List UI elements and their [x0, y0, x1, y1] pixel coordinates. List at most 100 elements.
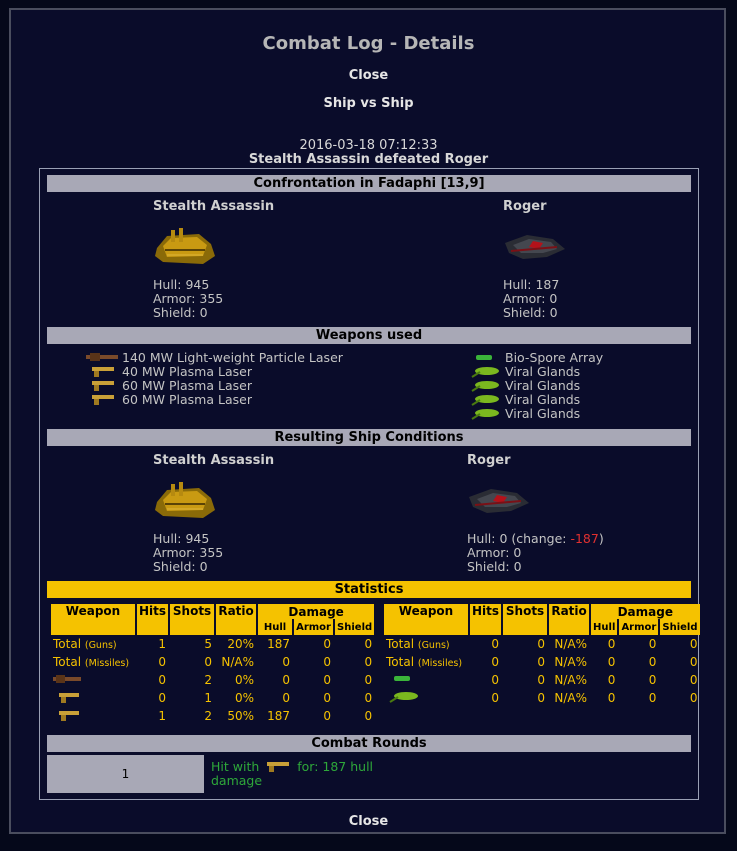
attacker-ship-icon — [153, 226, 217, 270]
shots-cell: 0 — [537, 655, 546, 669]
ratio-cell: 20% — [227, 637, 255, 651]
attacker-hull: Hull: 945 — [153, 531, 210, 546]
hits-cell: 1 — [158, 637, 167, 651]
damage-column-header: Damage — [591, 604, 700, 619]
armor-cell: 0 — [323, 655, 332, 669]
hull-cell: 0 — [607, 637, 616, 651]
defender-hull: Hull: 187 — [503, 277, 560, 292]
armor-cell: 0 — [648, 673, 657, 687]
round-event: Hit with for: 187 hull damage — [211, 760, 391, 788]
hull-column-header: Hull — [258, 619, 293, 635]
hit-prefix: Hit with — [211, 759, 260, 774]
attacker-armor: Armor: 355 — [153, 545, 224, 560]
attacker-shield: Shield: 0 — [153, 305, 208, 320]
shots-cell: 0 — [537, 637, 546, 651]
table-row: Total (Missiles) 0 0 N/A% 0 0 0 — [384, 653, 700, 671]
armor-cell: 0 — [323, 673, 332, 687]
hits-cell: 0 — [491, 655, 500, 669]
ratio-cell: N/A% — [221, 655, 255, 669]
ratio-cell: N/A% — [554, 673, 588, 687]
shield-cell: 0 — [364, 655, 373, 669]
shots-cell: 5 — [204, 637, 213, 651]
ratio-cell: N/A% — [554, 691, 588, 705]
viral-gland-icon — [471, 367, 499, 378]
confrontation-header: Confrontation in Fadaphi [13,9] — [47, 175, 691, 192]
weapon-label: Viral Glands — [505, 378, 581, 393]
total-guns-label: Total (Guns) — [53, 637, 117, 651]
weapon-label: Bio-Spore Array — [505, 350, 604, 365]
hull-cell: 0 — [607, 655, 616, 669]
defender-armor: Armor: 0 — [467, 545, 522, 560]
defender-name: Roger — [467, 453, 511, 468]
shots-column-header: Shots — [170, 604, 215, 635]
attacker-armor: Armor: 355 — [153, 291, 224, 306]
close-button-top[interactable]: Close — [0, 68, 737, 83]
table-row: Total (Guns) 0 0 N/A% 0 0 0 — [384, 635, 700, 653]
hull-cell: 0 — [607, 691, 616, 705]
round-number: 1 — [47, 755, 204, 793]
hits-cell: 1 — [158, 709, 167, 723]
ratio-cell: N/A% — [554, 655, 588, 669]
combat-timestamp: 2016-03-18 07:12:33 — [299, 138, 438, 153]
shots-cell: 2 — [204, 709, 213, 723]
attacker-shield: Shield: 0 — [153, 559, 208, 574]
hits-cell: 0 — [491, 691, 500, 705]
shield-cell: 0 — [364, 673, 373, 687]
attacker-hull: Hull: 945 — [153, 277, 210, 292]
armor-column-header: Armor — [294, 619, 334, 635]
ratio-column-header: Ratio — [216, 604, 257, 635]
table-row: 0 1 0% 0 0 0 — [51, 689, 374, 707]
table-row: 1 2 50% 187 0 0 — [51, 707, 374, 725]
total-missiles-label: Total (Missiles) — [386, 655, 463, 669]
hull-cell: 0 — [607, 673, 616, 687]
defender-name: Roger — [503, 199, 547, 214]
shield-column-header: Shield — [335, 619, 375, 635]
viral-gland-icon — [471, 409, 499, 420]
defender-armor: Armor: 0 — [503, 291, 558, 306]
particle-laser-icon — [53, 675, 81, 683]
plasma-laser-icon — [59, 710, 79, 721]
viral-gland-icon — [471, 381, 499, 392]
hull-cell: 187 — [267, 709, 291, 723]
hull-column-header: Hull — [591, 619, 618, 635]
shots-cell: 0 — [537, 691, 546, 705]
defender-hull: Hull: 0 (change: -187) — [467, 532, 604, 546]
armor-cell: 0 — [648, 655, 657, 669]
defender-ship-icon — [467, 483, 531, 523]
hits-cell: 0 — [491, 673, 500, 687]
weapon-label: 140 MW Light-weight Particle Laser — [122, 350, 343, 365]
table-row: 0 0 N/A% 0 0 0 — [384, 671, 700, 689]
weapon-label: Viral Glands — [505, 392, 581, 407]
hits-column-header: Hits — [137, 604, 169, 635]
table-row: 0 2 0% 0 0 0 — [51, 671, 374, 689]
armor-cell: 0 — [648, 637, 657, 651]
shield-cell: 0 — [689, 655, 698, 669]
table-row: Total (Guns) 1 5 20% 187 0 0 — [51, 635, 374, 653]
shield-cell: 0 — [364, 637, 373, 651]
ship-conditions-header: Resulting Ship Conditions — [47, 429, 691, 446]
weapon-column-header: Weapon — [384, 604, 468, 635]
total-missiles-label: Total (Missiles) — [53, 655, 130, 669]
attacker-name: Stealth Assassin — [153, 453, 275, 468]
ratio-cell: 0% — [235, 691, 255, 705]
combat-rounds-header: Combat Rounds — [47, 735, 691, 752]
armor-cell: 0 — [323, 709, 332, 723]
hits-cell: 0 — [158, 673, 167, 687]
hits-column-header: Hits — [470, 604, 502, 635]
attacker-statistics-table: Weapon Hits Shots Ratio Damage Hull Armo… — [49, 604, 376, 725]
plasma-laser-icon — [92, 381, 114, 391]
shots-column-header: Shots — [503, 604, 548, 635]
particle-laser-icon — [86, 353, 118, 361]
defender-statistics-table: Weapon Hits Shots Ratio Damage Hull Armo… — [382, 604, 702, 707]
hull-suffix: ) — [598, 531, 604, 546]
ship-vs-ship-label: Ship vs Ship — [323, 96, 414, 111]
shots-cell: 0 — [204, 655, 213, 669]
close-button-bottom[interactable]: Close — [0, 814, 737, 829]
hull-label: Hull: 0 (change: — [467, 531, 571, 546]
viral-gland-icon — [471, 395, 499, 406]
weapon-label: Viral Glands — [505, 364, 581, 379]
hits-cell: 0 — [158, 691, 167, 705]
weapons-used-header: Weapons used — [47, 327, 691, 344]
shots-cell: 2 — [204, 673, 213, 687]
hull-cell: 0 — [282, 691, 291, 705]
